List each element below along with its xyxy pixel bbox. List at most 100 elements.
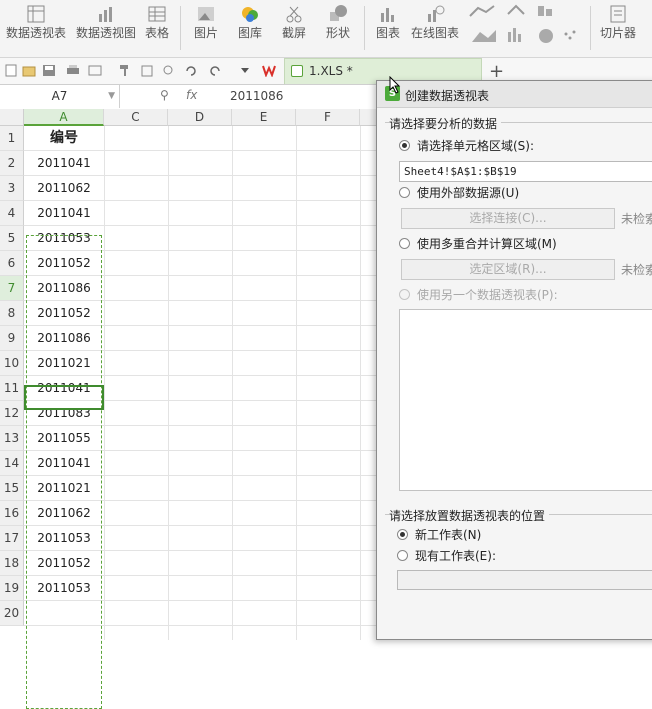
ribbon-separator — [590, 6, 591, 50]
spreadsheet-grid[interactable]: A C D E F 1 编号 2 2011041 3 2011062 4 2011041 5 20… — [0, 109, 400, 709]
dropdown-arrow-icon[interactable] — [238, 64, 252, 77]
screenshot-button[interactable]: 截屏 — [274, 0, 314, 57]
new-file-icon[interactable] — [4, 64, 18, 77]
radio-new-worksheet[interactable] — [397, 529, 408, 540]
cell-a1-header[interactable]: 编号 — [25, 126, 103, 151]
shape-button[interactable]: 形状 — [318, 0, 358, 57]
row-header-20[interactable]: 20 — [0, 601, 24, 626]
zoom-icon[interactable]: ⚲ — [160, 88, 169, 102]
save-icon[interactable] — [42, 64, 56, 77]
name-box-value: A7 — [51, 89, 68, 103]
select-area-button[interactable]: 选定区域(R)... — [401, 259, 615, 280]
slicer-label: 切片器 — [599, 26, 636, 40]
radio-existing-worksheet-label[interactable]: 现有工作表(E): — [415, 547, 496, 564]
existing-location-input[interactable] — [397, 570, 652, 590]
row-header-9[interactable]: 9 — [0, 326, 24, 351]
chart-types-gallery[interactable] — [464, 0, 584, 57]
gridline — [360, 126, 361, 640]
select-all-corner[interactable] — [0, 109, 24, 126]
find-icon[interactable] — [162, 64, 176, 77]
row-header-16[interactable]: 16 — [0, 501, 24, 526]
radio-external-source[interactable] — [399, 187, 410, 198]
radio-new-worksheet-label[interactable]: 新工作表(N) — [415, 526, 481, 543]
row-header-10[interactable]: 10 — [0, 351, 24, 376]
pivot-table-label: 数据透视表 — [5, 26, 66, 40]
new-tab-button[interactable]: + — [489, 61, 504, 82]
radio-multi-consolidation[interactable] — [399, 238, 410, 249]
not-found-note: 未检索 — [621, 263, 652, 277]
dialog-title: 创建数据透视表 — [405, 89, 490, 103]
print-preview-icon[interactable] — [88, 64, 102, 77]
online-chart-button[interactable]: 在线图表 — [408, 0, 462, 57]
radio-select-range-label[interactable]: 请选择单元格区域(S): — [417, 137, 534, 154]
column-header-f[interactable]: F — [296, 109, 360, 126]
row-header-2[interactable]: 2 — [0, 151, 24, 176]
picture-label: 图片 — [193, 26, 218, 40]
row-header-1[interactable]: 1 — [0, 126, 24, 151]
online-chart-label: 在线图表 — [410, 26, 459, 40]
row-header-14[interactable]: 14 — [0, 451, 24, 476]
open-folder-icon[interactable] — [22, 64, 36, 77]
cell-a3[interactable]: 2011062 — [25, 176, 103, 201]
print-icon[interactable] — [66, 64, 80, 77]
gridline — [104, 126, 105, 640]
table-button[interactable]: 表格 — [140, 0, 174, 57]
row-header-4[interactable]: 4 — [0, 201, 24, 226]
cell-a4[interactable]: 2011041 — [25, 201, 103, 226]
radio-existing-worksheet[interactable] — [397, 550, 408, 561]
column-header-e[interactable]: E — [232, 109, 296, 126]
section-placement: 请选择放置数据透视表的位置 — [389, 507, 550, 524]
radio-select-range[interactable] — [399, 140, 410, 151]
redo-icon[interactable] — [208, 64, 222, 77]
pivot-chart-button[interactable]: 数据透视图 — [72, 0, 140, 57]
paste-icon[interactable] — [140, 64, 154, 77]
tab-label: 1.XLS * — [309, 64, 353, 78]
radio-another-pivot[interactable] — [399, 289, 410, 300]
undo-icon[interactable] — [184, 64, 198, 77]
column-header-c[interactable]: C — [104, 109, 168, 126]
row-header-19[interactable]: 19 — [0, 576, 24, 601]
pivot-table-list[interactable] — [399, 309, 652, 491]
row-header-17[interactable]: 17 — [0, 526, 24, 551]
fx-icon[interactable]: fx — [186, 88, 197, 102]
range-input[interactable]: Sheet4!$A$1:$B$19 — [399, 161, 652, 182]
not-found-note: 未检索 — [621, 212, 652, 226]
row-header-5[interactable]: 5 — [0, 226, 24, 251]
radio-another-pivot-label[interactable]: 使用另一个数据透视表(P): — [417, 286, 558, 303]
active-cell-a7[interactable] — [24, 385, 104, 410]
mouse-cursor-icon — [389, 76, 401, 94]
screenshot-label: 截屏 — [281, 26, 306, 40]
row-header-7[interactable]: 7 — [0, 276, 24, 301]
radio-multi-consolidation-label[interactable]: 使用多重合并计算区域(M) — [417, 235, 557, 252]
chart-button[interactable]: 图表 — [370, 0, 406, 57]
dialog-title-bar[interactable]: S 创建数据透视表 — [377, 81, 652, 108]
chart-label: 图表 — [375, 26, 400, 40]
row-header-13[interactable]: 13 — [0, 426, 24, 451]
wps-logo-icon[interactable] — [262, 64, 276, 77]
pivot-table-icon — [27, 5, 45, 23]
row-header-6[interactable]: 6 — [0, 251, 24, 276]
row-header-15[interactable]: 15 — [0, 476, 24, 501]
radio-external-source-label[interactable]: 使用外部数据源(U) — [417, 184, 519, 201]
slicer-button[interactable]: 切片器 — [596, 0, 640, 57]
select-connection-button[interactable]: 选择连接(C)... — [401, 208, 615, 229]
chevron-down-icon[interactable]: ▼ — [108, 85, 115, 108]
column-header-a[interactable]: A — [24, 109, 104, 126]
formula-value[interactable]: 2011086 — [230, 89, 283, 103]
picture-button[interactable]: 图片 — [186, 0, 226, 57]
spreadsheet-file-icon — [291, 65, 303, 77]
chart-types-icon — [469, 4, 576, 43]
row-header-18[interactable]: 18 — [0, 551, 24, 576]
name-box[interactable]: A7 ▼ — [0, 85, 120, 108]
column-header-d[interactable]: D — [168, 109, 232, 126]
gallery-button[interactable]: 图库 — [230, 0, 270, 57]
row-header-8[interactable]: 8 — [0, 301, 24, 326]
row-header-12[interactable]: 12 — [0, 401, 24, 426]
cell-a2[interactable]: 2011041 — [25, 151, 103, 176]
ribbon-toolbar: 数据透视表 数据透视图 表格 图片 图库 截屏 形状 图表 在线图表 切片器 — [0, 0, 652, 58]
ribbon-separator — [180, 6, 181, 50]
row-header-3[interactable]: 3 — [0, 176, 24, 201]
row-header-11[interactable]: 11 — [0, 376, 24, 401]
format-painter-icon[interactable] — [118, 64, 132, 77]
pivot-table-button[interactable]: 数据透视表 — [2, 0, 70, 57]
